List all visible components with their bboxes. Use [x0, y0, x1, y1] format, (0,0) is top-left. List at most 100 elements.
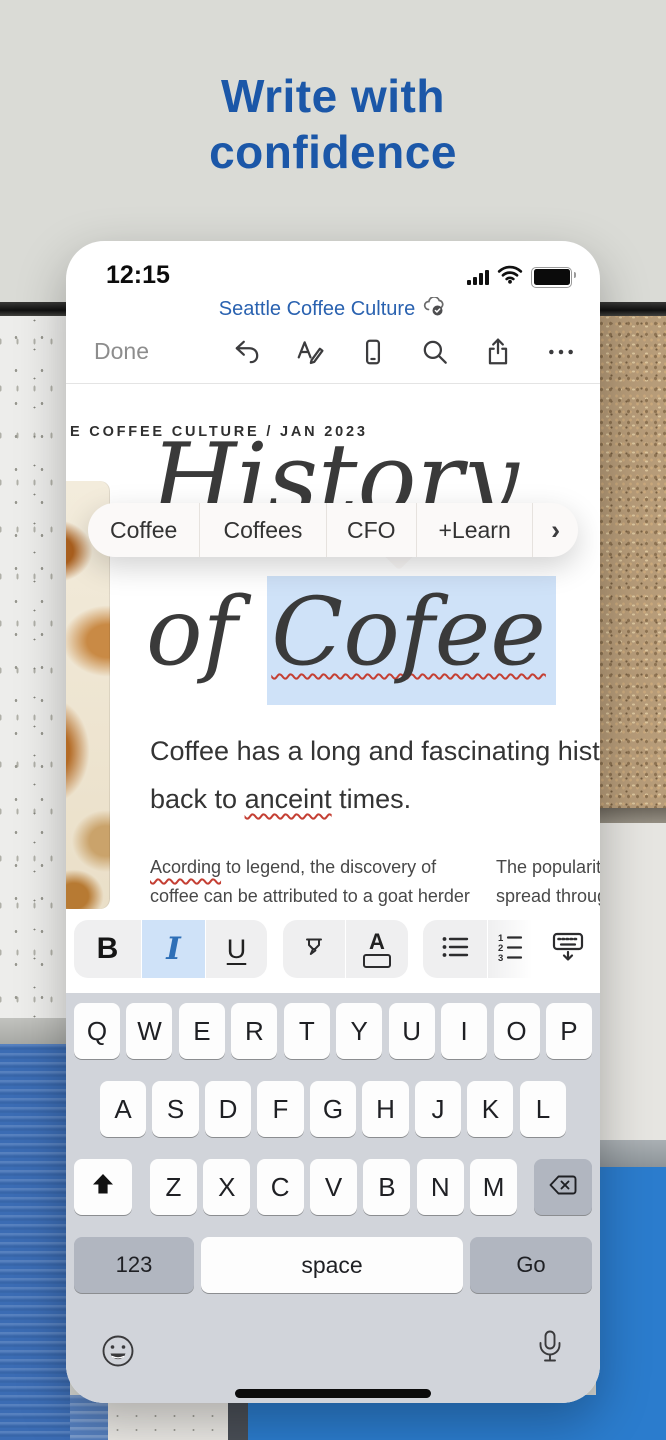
microphone-icon: [533, 1329, 567, 1374]
emoji-keyboard-button[interactable]: [96, 1331, 140, 1375]
highlighter-button[interactable]: [283, 920, 345, 978]
heading-plain-text: of: [146, 578, 267, 687]
dismiss-keyboard-button[interactable]: [543, 920, 593, 978]
paragraph-text: back to: [150, 784, 245, 814]
key-o[interactable]: O: [494, 1003, 540, 1059]
svg-text:3: 3: [498, 953, 503, 962]
header-divider: [66, 383, 600, 384]
search-icon[interactable]: [418, 335, 452, 369]
status-icons: [467, 265, 572, 289]
key-y[interactable]: Y: [336, 1003, 382, 1059]
shift-icon: [90, 1172, 116, 1203]
key-w[interactable]: W: [126, 1003, 172, 1059]
key-s[interactable]: S: [152, 1081, 198, 1137]
counter-edge-left: [0, 1018, 70, 1044]
mobile-view-icon[interactable]: [356, 335, 390, 369]
key-f[interactable]: F: [257, 1081, 303, 1137]
key-x[interactable]: X: [203, 1159, 250, 1215]
italic-button-active[interactable]: I: [142, 920, 205, 978]
paragraph-line-1: Coffee has a long and fascinating histor…: [150, 736, 600, 767]
left-column: Acording to legend, the discovery of cof…: [150, 853, 450, 915]
status-time: 12:15: [106, 261, 170, 290]
bullet-list-icon: [440, 933, 470, 966]
suggestion-coffee[interactable]: Coffee: [88, 503, 199, 557]
left-column-line-1: Acording to legend, the discovery of: [150, 853, 450, 882]
font-color-letter: A: [369, 931, 385, 953]
suggestion-cfo[interactable]: CFO: [326, 503, 416, 557]
backspace-key[interactable]: [534, 1159, 592, 1215]
keyboard-row-1: Q W E R T Y U I O P: [66, 1003, 600, 1059]
hero-headline: Write with confidence: [0, 68, 666, 180]
key-b[interactable]: B: [363, 1159, 410, 1215]
suggestion-more-chevron[interactable]: ›: [532, 503, 578, 557]
key-i[interactable]: I: [441, 1003, 487, 1059]
share-icon[interactable]: [481, 335, 515, 369]
key-d[interactable]: D: [205, 1081, 251, 1137]
selected-misspelled-word[interactable]: Cofee: [267, 576, 556, 705]
keyboard-row-3: Z X C V B N M: [66, 1159, 600, 1215]
wifi-icon: [497, 265, 523, 289]
left-column-line-2: coffee can be attributed to a goat herde…: [150, 882, 450, 911]
key-m[interactable]: M: [470, 1159, 517, 1215]
bold-button[interactable]: B: [74, 920, 141, 978]
battery-icon: [531, 267, 572, 288]
key-u[interactable]: U: [389, 1003, 435, 1059]
highlighter-icon: [300, 933, 328, 966]
key-k[interactable]: K: [467, 1081, 513, 1137]
font-color-swatch: [363, 954, 391, 968]
numbered-list-button[interactable]: 1 2 3: [488, 920, 536, 978]
emoji-icon: [99, 1332, 137, 1375]
terrazzo-panel-left: [0, 316, 70, 1018]
key-c[interactable]: C: [257, 1159, 304, 1215]
undo-icon[interactable]: [230, 335, 264, 369]
done-button[interactable]: Done: [94, 338, 149, 365]
suggestion-coffees[interactable]: Coffees: [199, 503, 325, 557]
hero-line-1: Write with: [0, 68, 666, 124]
keyboard-dismiss-icon: [551, 931, 585, 968]
key-h[interactable]: H: [362, 1081, 408, 1137]
document-heading-line2: of Cofee: [146, 579, 556, 687]
key-z[interactable]: Z: [150, 1159, 197, 1215]
right-column-line-2: spread through: [496, 882, 600, 911]
font-color-button[interactable]: A: [346, 920, 408, 978]
counter-edge-right: [596, 1140, 666, 1167]
keyboard-row-4: 123 space Go: [66, 1237, 600, 1293]
dictation-button[interactable]: [528, 1329, 572, 1373]
autocorrect-suggestion-bar: Coffee Coffees CFO +Learn ›: [88, 503, 578, 557]
right-column-line-1: The popularity: [496, 853, 600, 882]
wall-right: [596, 823, 666, 1140]
cloud-sync-check-icon: [422, 297, 447, 322]
bullet-list-button[interactable]: [423, 920, 487, 978]
column-text: to legend, the discovery of: [221, 857, 436, 877]
underline-button[interactable]: U: [206, 920, 267, 978]
more-options-icon[interactable]: [544, 335, 578, 369]
key-g[interactable]: G: [310, 1081, 356, 1137]
formatting-toolbar: B I U A: [66, 915, 600, 993]
key-n[interactable]: N: [417, 1159, 464, 1215]
key-q[interactable]: Q: [74, 1003, 120, 1059]
right-column: The popularity spread through 15th centu…: [496, 853, 600, 915]
key-j[interactable]: J: [415, 1081, 461, 1137]
backspace-icon: [548, 1172, 578, 1203]
document-title[interactable]: Seattle Coffee Culture: [219, 298, 415, 321]
blue-tiles-left: [0, 1044, 70, 1440]
two-column-text: Acording to legend, the discovery of cof…: [66, 853, 600, 915]
screenshot-root: Write with confidence 12:15 Seattle Coff…: [0, 0, 666, 1440]
home-indicator[interactable]: [235, 1389, 431, 1398]
format-pen-icon[interactable]: [293, 335, 327, 369]
go-key[interactable]: Go: [470, 1237, 592, 1293]
key-v[interactable]: V: [310, 1159, 357, 1215]
space-key[interactable]: space: [201, 1237, 463, 1293]
numbers-key[interactable]: 123: [74, 1237, 194, 1293]
paragraph-line-2: back to anceint times.: [150, 784, 411, 815]
document-title-row[interactable]: Seattle Coffee Culture: [66, 297, 600, 322]
key-t[interactable]: T: [284, 1003, 330, 1059]
shift-key[interactable]: [74, 1159, 132, 1215]
key-e[interactable]: E: [179, 1003, 225, 1059]
ios-keyboard: Q W E R T Y U I O P A S D F G H J K L: [66, 993, 600, 1403]
key-l[interactable]: L: [520, 1081, 566, 1137]
key-p[interactable]: P: [546, 1003, 592, 1059]
key-r[interactable]: R: [231, 1003, 277, 1059]
suggestion-learn[interactable]: +Learn: [416, 503, 532, 557]
key-a[interactable]: A: [100, 1081, 146, 1137]
